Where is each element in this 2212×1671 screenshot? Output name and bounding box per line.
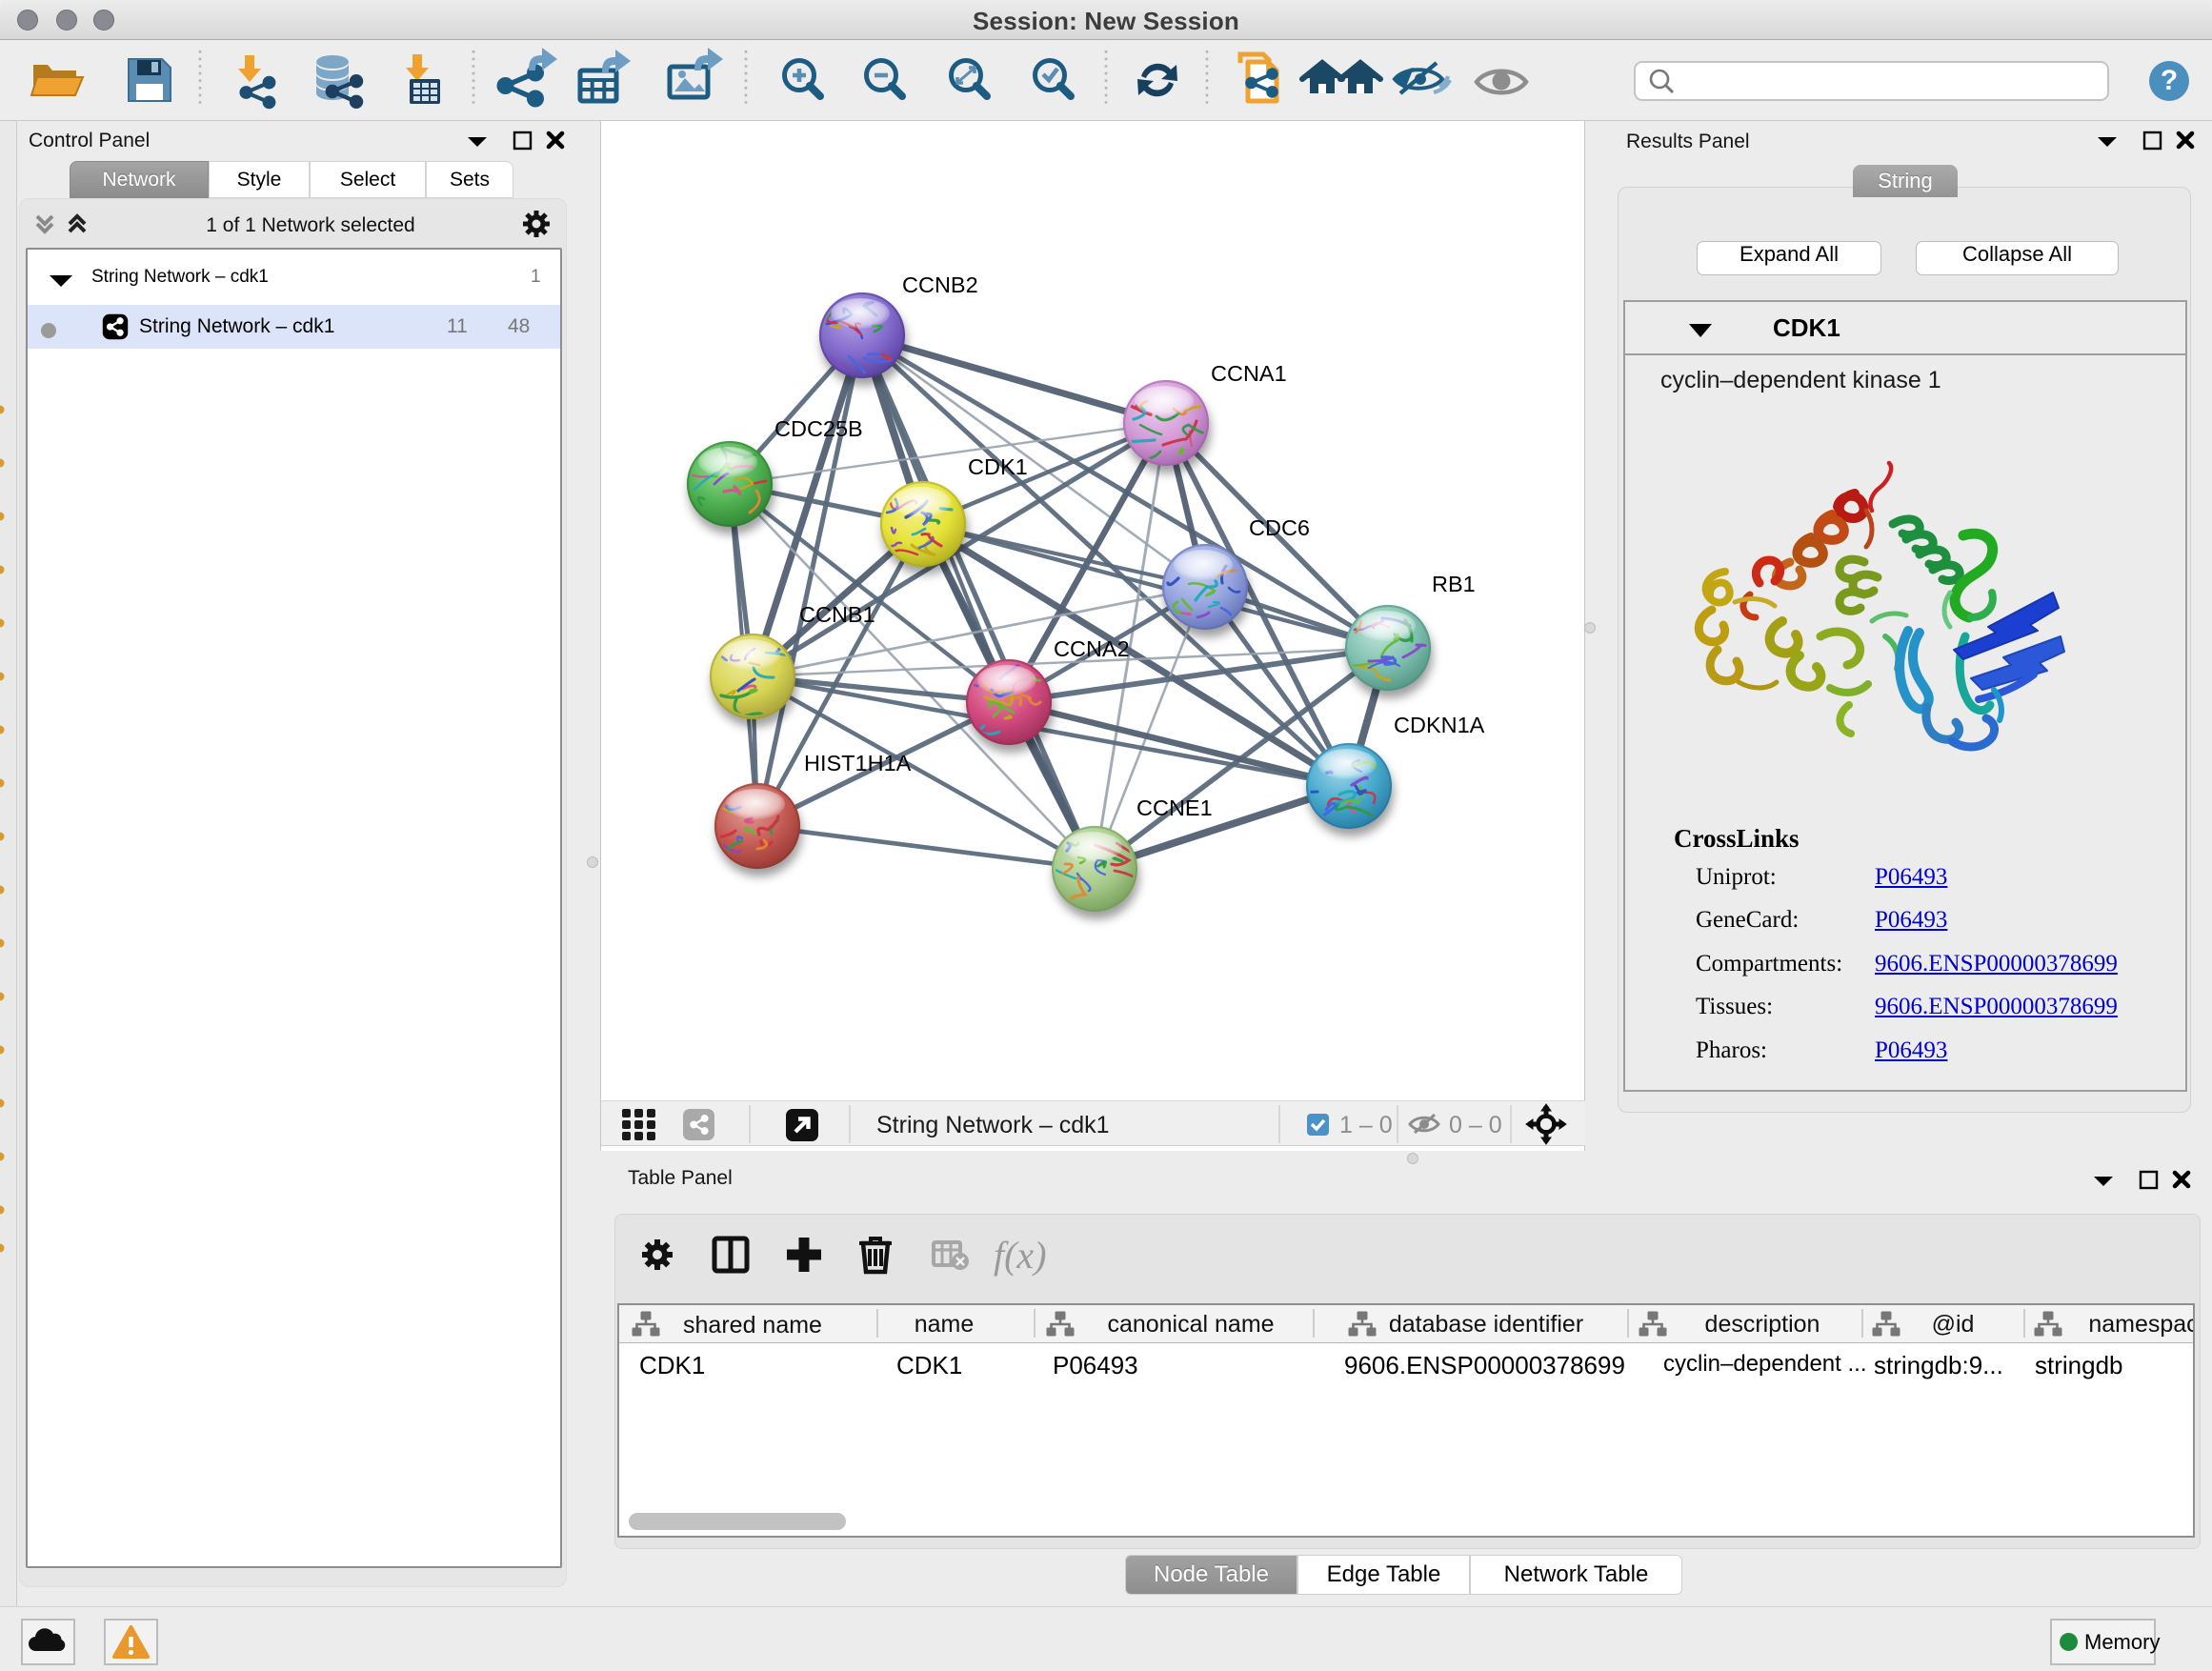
- svg-text:CCNA1: CCNA1: [1211, 361, 1287, 386]
- svg-text:namespac: namespac: [2088, 1311, 2193, 1338]
- svg-text:CCNE1: CCNE1: [1136, 795, 1213, 820]
- svg-text:RB1: RB1: [1432, 572, 1476, 596]
- svg-text:CCNA2: CCNA2: [1054, 636, 1130, 661]
- svg-text:String Network – cdk1: String Network – cdk1: [876, 1112, 1110, 1138]
- svg-text:1 – 0: 1 – 0: [1339, 1112, 1393, 1138]
- svg-text:canonical name: canonical name: [1107, 1311, 1274, 1338]
- svg-text:shared name: shared name: [683, 1312, 822, 1339]
- svg-text:CCNB2: CCNB2: [902, 272, 978, 297]
- svg-text:CDC6: CDC6: [1249, 515, 1310, 540]
- svg-text:CDKN1A: CDKN1A: [1394, 713, 1485, 737]
- svg-text:CDK1: CDK1: [968, 454, 1028, 479]
- svg-text:f(x): f(x): [994, 1234, 1047, 1277]
- svg-text:description: description: [1705, 1311, 1820, 1338]
- svg-text:CCNB1: CCNB1: [799, 602, 875, 627]
- svg-text:name: name: [915, 1311, 975, 1338]
- svg-text:0 – 0: 0 – 0: [1449, 1112, 1502, 1138]
- svg-text:CDC25B: CDC25B: [774, 416, 863, 441]
- svg-text:?: ?: [2161, 65, 2178, 96]
- svg-text:database identifier: database identifier: [1389, 1311, 1583, 1338]
- svg-text:HIST1H1A: HIST1H1A: [804, 751, 912, 775]
- svg-text:@id: @id: [1932, 1311, 1975, 1338]
- svg-text:1 of 1 Network selected: 1 of 1 Network selected: [206, 214, 414, 236]
